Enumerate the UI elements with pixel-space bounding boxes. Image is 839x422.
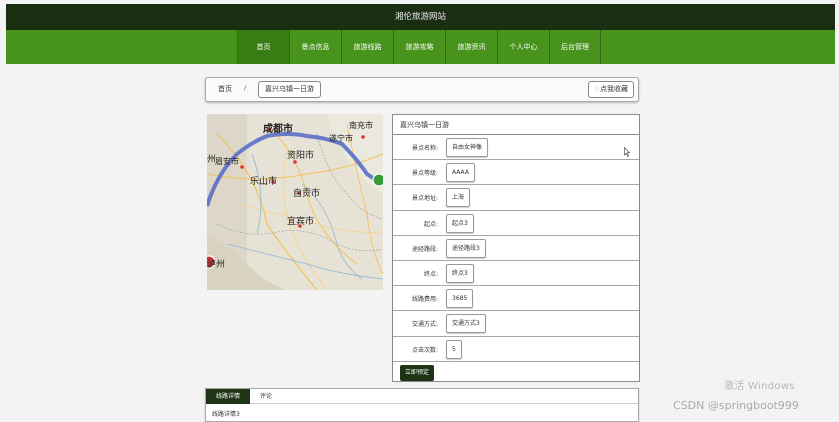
nav-item-routes[interactable]: 旅游线路 <box>341 30 393 64</box>
map-label-meishan: 眉安市 <box>215 156 239 166</box>
detail-tabs: 线路详情 评论 线路详情3 <box>205 388 639 422</box>
favorite-button[interactable]: ☆点我收藏 <box>587 81 634 98</box>
detail-value: 交通方式3 <box>446 314 486 334</box>
detail-value: 终点3 <box>446 263 474 283</box>
detail-value: AAAA <box>446 163 475 183</box>
mouse-cursor-icon <box>624 147 630 157</box>
detail-label: 景点名称: <box>411 145 438 152</box>
detail-label: 景点等级: <box>411 170 438 178</box>
map-label-luzhou: 泸州 <box>207 259 225 270</box>
nav-item-attractions[interactable]: 景点信息 <box>289 30 341 64</box>
map-label-leshan: 乐山市 <box>250 175 277 187</box>
detail-label: 景点地址: <box>411 195 438 203</box>
detail-row-level: 景点等级: AAAA <box>393 160 639 186</box>
map-label-zigong: 自贡市 <box>293 187 320 199</box>
tab-bar: 线路详情 评论 <box>206 389 638 404</box>
detail-row-waypoints: 途经路段: 途径路段3 <box>393 236 639 261</box>
map-label-chengdu: 成都市 <box>263 122 293 135</box>
map-label-ziyang: 资阳市 <box>287 149 314 161</box>
detail-value: 途径路段3 <box>446 238 486 258</box>
detail-value: 起点3 <box>446 213 474 233</box>
detail-value: 自由女神像 <box>446 138 489 157</box>
windows-activation-watermark: 激活 Windows <box>724 381 795 392</box>
csdn-watermark: CSDN @springboot999 <box>673 399 799 412</box>
breadcrumb: 首页 / 嘉兴乌镇一日游 ☆点我收藏 <box>205 77 639 102</box>
detail-label: 终点: <box>423 270 438 278</box>
detail-row-end: 终点: 终点3 <box>393 261 639 287</box>
detail-value: 5 <box>446 339 462 359</box>
site-title: 湘伦旅游网站 <box>394 12 446 22</box>
breadcrumb-home-link[interactable]: 首页 <box>218 84 232 94</box>
detail-label: 交通方式: <box>411 321 438 329</box>
detail-label: 点击次数: <box>411 346 438 354</box>
detail-value: 3685 <box>446 289 474 309</box>
map-canvas: 南充市 成都市 遂宁市 州 眉安市 资阳市 乐山市 自贡市 宜宾市 泸州 <box>207 114 383 290</box>
detail-row-name: 景点名称: 自由女神像 <box>393 135 639 161</box>
book-row: 立即预定 <box>393 362 639 384</box>
route-detail-panel: 嘉兴乌镇一日游 景点名称: 自由女神像 景点等级: AAAA 景点地址: 上海 … <box>392 114 640 382</box>
route-title: 嘉兴乌镇一日游 <box>393 115 639 135</box>
main-nav: 首页 景点信息 旅游线路 旅游攻略 旅游资讯 个人中心 后台管理 <box>6 30 835 64</box>
tab-route-details[interactable]: 线路详情 <box>206 389 251 404</box>
favorite-label: 点我收藏 <box>600 85 628 93</box>
nav-item-user-center[interactable]: 个人中心 <box>497 30 549 64</box>
site-header: 湘伦旅游网站 <box>6 4 835 30</box>
map-label-suining: 遂宁市 <box>329 133 353 143</box>
breadcrumb-separator: / <box>244 84 247 92</box>
detail-label: 途经路段: <box>411 245 438 253</box>
detail-label: 起点: <box>423 220 438 228</box>
detail-row-address: 景点地址: 上海 <box>393 185 639 211</box>
detail-row-transport: 交通方式: 交通方式3 <box>393 311 639 337</box>
nav-item-home[interactable]: 首页 <box>237 30 289 64</box>
map-label-nanchong: 南充市 <box>349 120 373 130</box>
detail-value: 上海 <box>446 188 471 208</box>
breadcrumb-current: 嘉兴乌镇一日游 <box>258 81 321 98</box>
route-map[interactable]: 南充市 成都市 遂宁市 州 眉安市 资阳市 乐山市 自贡市 宜宾市 泸州 <box>207 114 383 290</box>
nav-item-guides[interactable]: 旅游攻略 <box>393 30 445 64</box>
book-now-button[interactable]: 立即预定 <box>400 364 435 381</box>
nav-item-admin[interactable]: 后台管理 <box>549 30 601 64</box>
tab-content: 线路详情3 <box>212 411 240 418</box>
tab-comments[interactable]: 评论 <box>250 389 282 404</box>
detail-row-start: 起点: 起点3 <box>393 211 639 236</box>
nav-item-news[interactable]: 旅游资讯 <box>445 30 497 64</box>
nav-list: 首页 景点信息 旅游线路 旅游攻略 旅游资讯 个人中心 后台管理 <box>237 30 601 64</box>
detail-label: 线路费用: <box>411 296 438 304</box>
map-label-yibin: 宜宾市 <box>287 215 314 227</box>
detail-row-cost: 线路费用: 3685 <box>393 286 639 312</box>
detail-row-clicks: 点击次数: 5 <box>393 337 639 362</box>
